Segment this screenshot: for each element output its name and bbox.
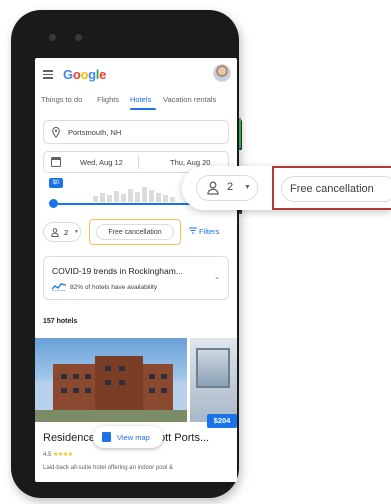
tab-flights[interactable]: Flights (97, 95, 119, 104)
chevron-down-icon: ▼ (74, 229, 79, 235)
chevron-down-icon: ▼ (244, 184, 251, 191)
tab-vacation-rentals[interactable]: Vacation rentals (163, 95, 216, 104)
person-icon (51, 228, 59, 237)
hotel-name-start: Residence (43, 432, 95, 444)
filter-row: 2 ▼ Free cancellation Filters (43, 219, 237, 245)
callout-highlight-box: Free cancellation (272, 166, 391, 210)
guests-dropdown[interactable]: 2 ▼ (43, 222, 81, 242)
free-cancellation-highlight: Free cancellation (89, 219, 181, 245)
filters-button[interactable]: Filters (189, 227, 219, 236)
hotel-price: $204 (207, 414, 237, 428)
category-tabs: Things to do Flights Hotels Vacation ren… (35, 95, 237, 110)
avatar[interactable] (213, 64, 231, 82)
phone-frame: Google Things to do Flights Hotels Vacat… (11, 10, 242, 498)
star-rating-icon: ★★★★ (53, 452, 73, 458)
covid-subtitle: 82% of hotels have availability (70, 284, 158, 291)
hotel-description: Laid-back all-suite hotel offering an in… (43, 465, 173, 471)
callout-guests-count: 2 (227, 181, 234, 193)
trend-chart-icon (52, 283, 66, 291)
map-icon (102, 432, 111, 442)
rating-value: 4.5 (43, 452, 52, 458)
covid-trends-card[interactable]: COVID-19 trends in Rockingham... 82% of … (43, 256, 229, 300)
slider-min-handle[interactable] (49, 199, 58, 208)
results-count: 157 hotels (43, 318, 78, 325)
logo-letter: e (99, 67, 107, 82)
free-cancellation-chip[interactable]: Free cancellation (96, 224, 174, 240)
min-price-label: $0 (49, 178, 63, 188)
hotel-photo-secondary[interactable] (190, 338, 237, 422)
tab-active-indicator (130, 108, 156, 110)
location-pin-icon (52, 127, 60, 138)
person-icon (207, 181, 219, 195)
hamburger-icon[interactable] (43, 70, 53, 79)
logo-letter: G (63, 67, 73, 82)
view-map-label: View map (117, 433, 150, 442)
background-accent (239, 118, 241, 148)
date-divider (138, 155, 139, 169)
logo-letter: o (80, 67, 89, 82)
tab-hotels[interactable]: Hotels (130, 95, 151, 104)
check-in-date[interactable]: Wed, Aug 12 (80, 158, 123, 167)
callout-free-cancellation-chip[interactable]: Free cancellation (281, 176, 391, 202)
sensor-icon (75, 34, 82, 41)
logo-letter: g (88, 67, 96, 82)
hotel-name-end: ott Ports... (158, 432, 210, 444)
view-map-button[interactable]: View map (93, 426, 163, 448)
tab-things-to-do[interactable]: Things to do (41, 95, 82, 104)
google-logo[interactable]: Google (63, 67, 106, 82)
hotel-rating: 4.5 ★★★★ (43, 451, 73, 458)
location-value: Portsmouth, NH (68, 128, 122, 137)
chevron-down-icon[interactable]: ⌄ (214, 273, 220, 281)
front-camera-icon (49, 34, 56, 41)
hotel-photo[interactable] (35, 338, 187, 422)
location-input[interactable]: Portsmouth, NH (43, 120, 229, 144)
app-header: Google (35, 58, 237, 92)
callout-guests-dropdown[interactable]: 2 ▼ (196, 175, 258, 201)
logo-letter: o (72, 67, 81, 82)
guests-count: 2 (64, 228, 69, 237)
covid-title: COVID-19 trends in Rockingham... (52, 266, 183, 276)
filters-label: Filters (199, 227, 220, 236)
calendar-icon (51, 157, 61, 167)
zoom-callout: 2 ▼ Free cancellation (182, 166, 391, 210)
phone-screen: Google Things to do Flights Hotels Vacat… (35, 58, 237, 482)
filter-icon (189, 227, 197, 234)
